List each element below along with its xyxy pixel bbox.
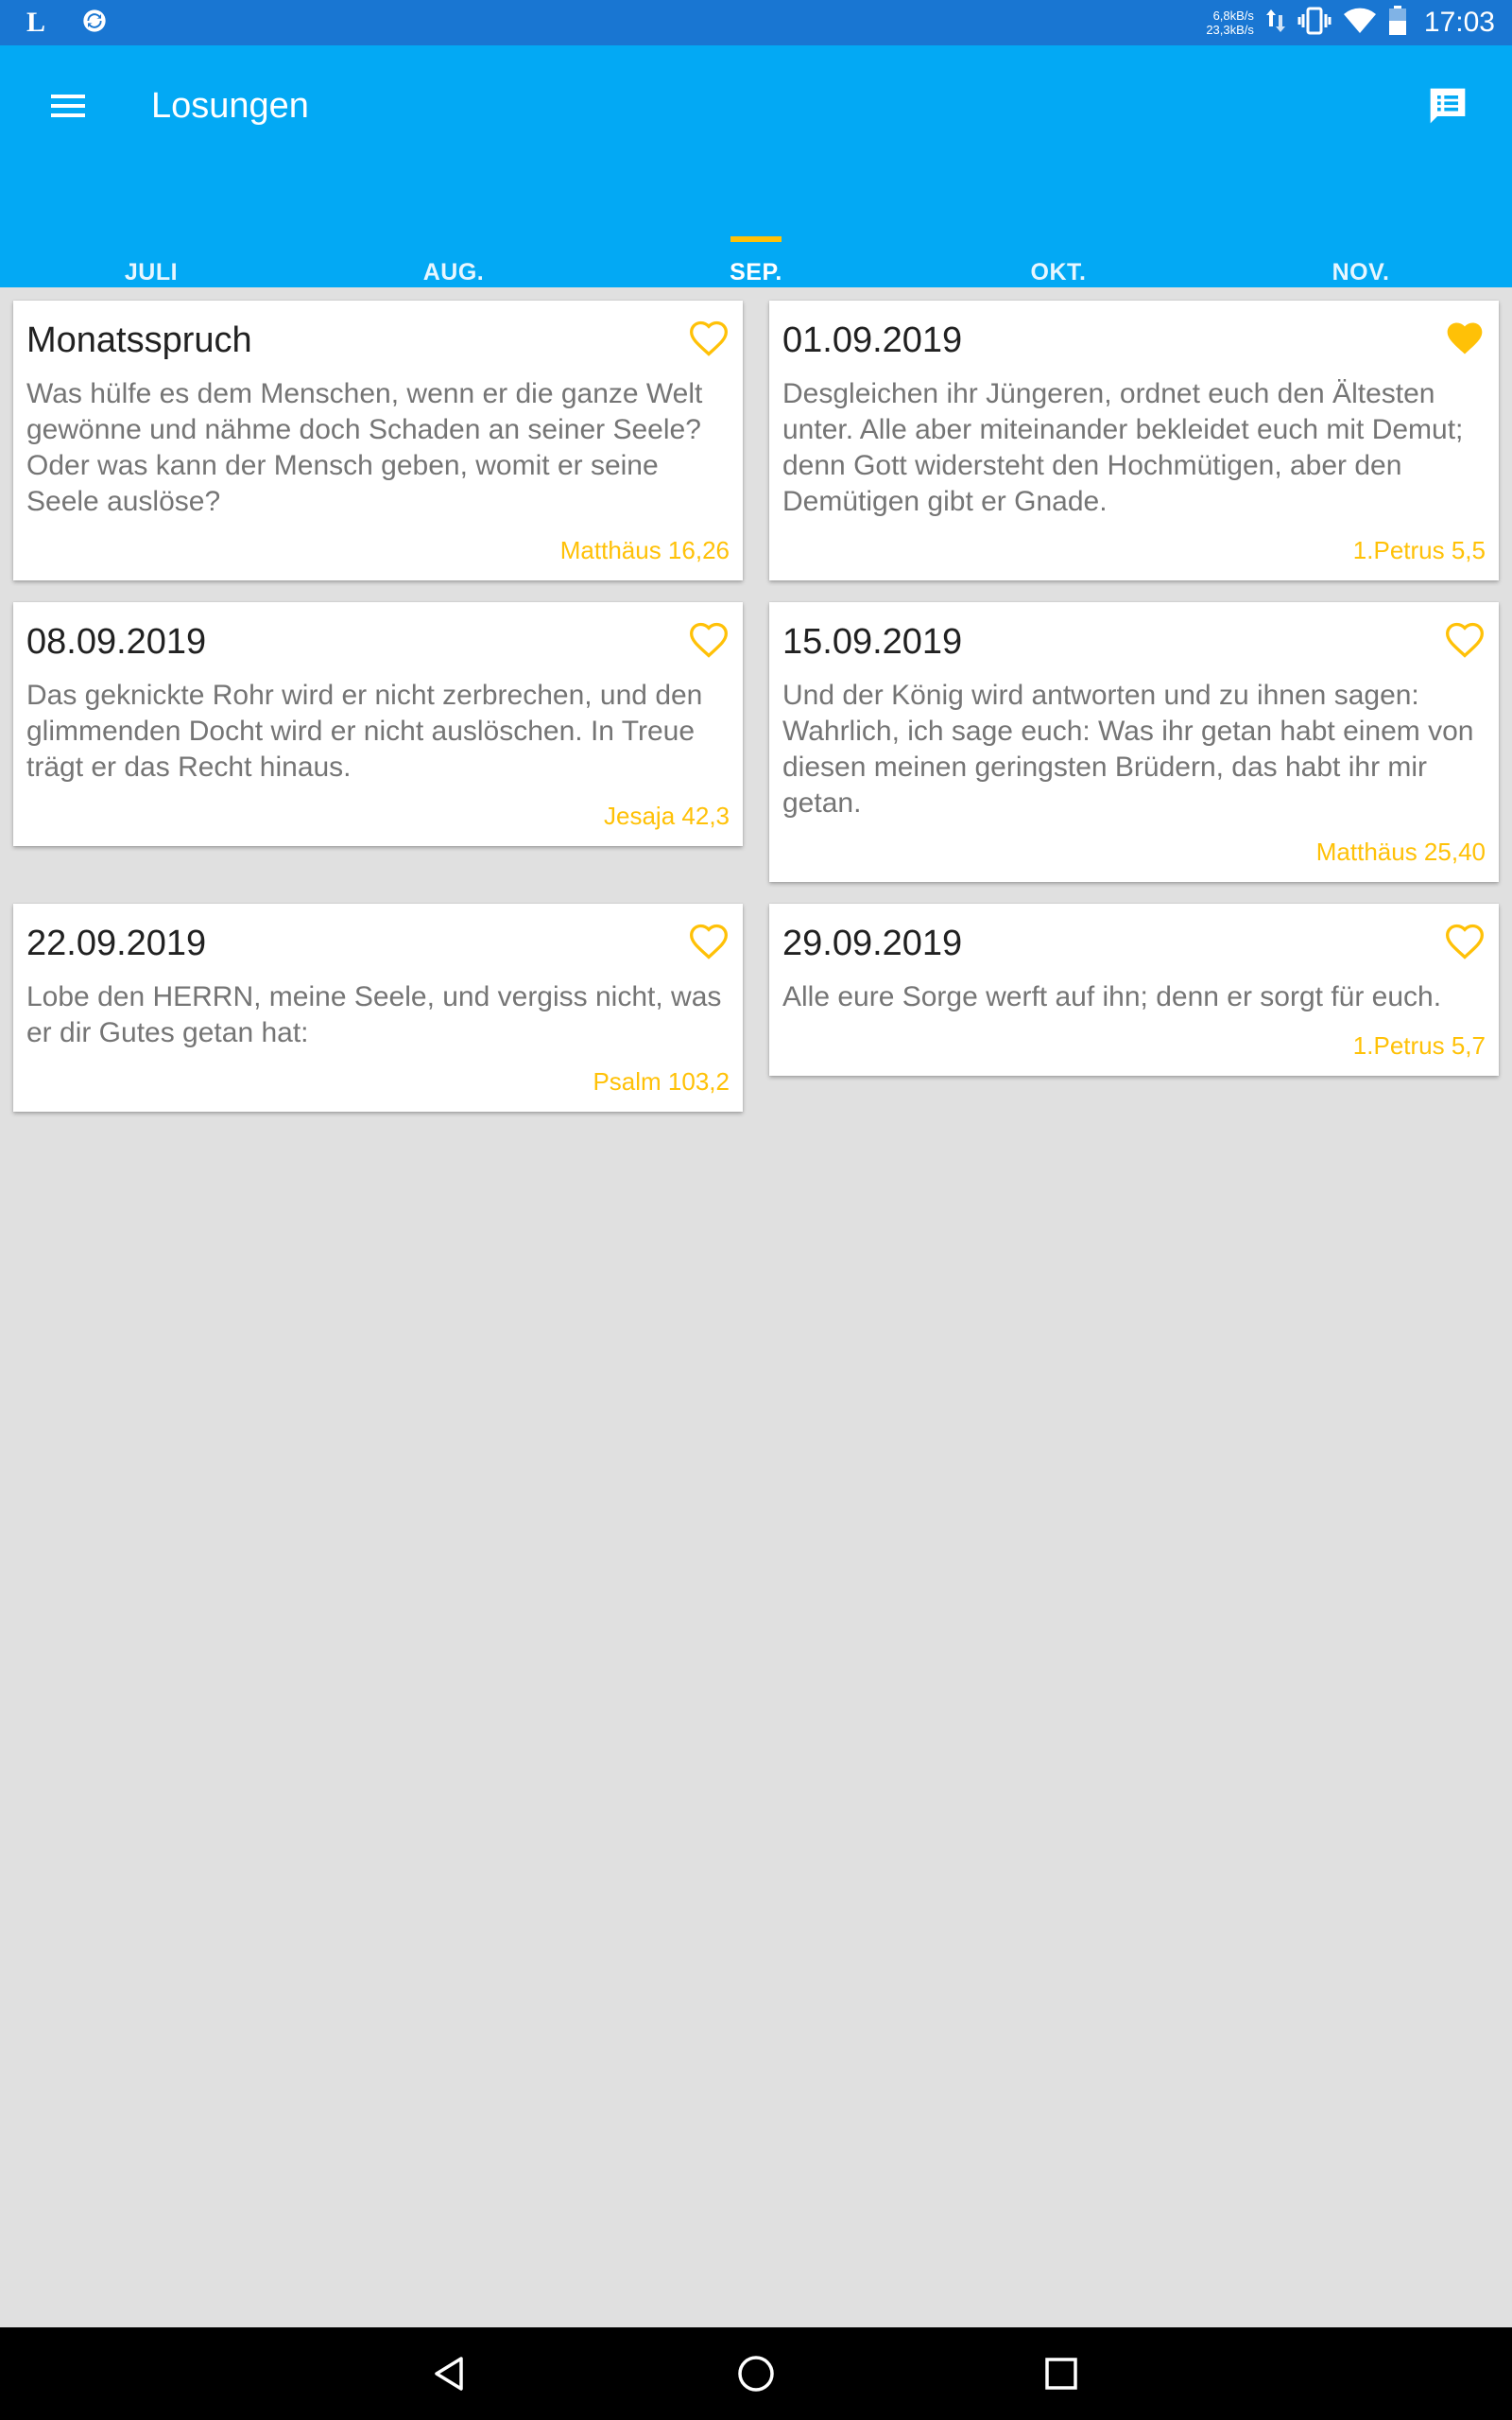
battery-icon	[1388, 5, 1407, 41]
chat-list-button[interactable]	[1421, 79, 1474, 132]
status-bar: L 6,8kB/s 23,3kB/s 17:03	[0, 0, 1512, 45]
card-reference[interactable]: 1.Petrus 5,7	[1353, 1031, 1486, 1061]
card-title: 08.09.2019	[26, 622, 207, 662]
tab-juli[interactable]: JULI	[0, 197, 302, 287]
card-reference[interactable]: Psalm 103,2	[593, 1067, 730, 1097]
menu-button[interactable]	[43, 81, 93, 130]
tab-label: JULI	[124, 259, 179, 285]
net-up-text: 6,8kB/s	[1212, 9, 1254, 23]
tab-label: NOV.	[1332, 259, 1390, 285]
card-title: Monatsspruch	[26, 320, 252, 360]
card-reference[interactable]: Matthäus 25,40	[1316, 838, 1486, 867]
card-text: Alle eure Sorge werft auf ihn; denn er s…	[782, 981, 1442, 1012]
card-2019-09-22[interactable]: 22.09.2019 Lobe den HERRN, meine Seele, …	[13, 904, 743, 1112]
card-title: 15.09.2019	[782, 622, 963, 662]
active-tab-indicator	[730, 236, 782, 242]
card-2019-09-29[interactable]: 29.09.2019 Alle eure Sorge werft auf ihn…	[769, 904, 1499, 1076]
card-text: Das geknickte Rohr wird er nicht zerbrec…	[26, 680, 703, 783]
card-monatsspruch[interactable]: Monatsspruch Was hülfe es dem Menschen, …	[13, 301, 743, 580]
tab-okt[interactable]: OKT.	[907, 197, 1210, 287]
card-title: 01.09.2019	[782, 320, 963, 360]
clock: 17:03	[1423, 7, 1495, 38]
card-text: Lobe den HERRN, meine Seele, und vergiss…	[26, 981, 722, 1048]
chat-list-icon	[1430, 88, 1466, 124]
tab-sep[interactable]: SEP.	[605, 197, 907, 287]
home-button[interactable]	[730, 2347, 782, 2400]
tab-aug[interactable]: AUG.	[302, 197, 605, 287]
app-title: Losungen	[151, 86, 309, 126]
card-text: Und der König wird antworten und zu ihne…	[782, 680, 1474, 819]
net-down-text: 23,3kB/s	[1206, 23, 1254, 37]
tab-label: AUG.	[422, 259, 485, 285]
card-title: 22.09.2019	[26, 924, 207, 963]
favorite-heart-filled-icon[interactable]	[1444, 318, 1486, 359]
recents-icon	[1045, 2358, 1077, 2390]
app-bar: Losungen JULI AUG. SEP. OKT. NOV.	[0, 45, 1512, 287]
network-speed: 6,8kB/s 23,3kB/s	[1206, 9, 1254, 37]
card-reference[interactable]: Matthäus 16,26	[560, 536, 730, 565]
card-title: 29.09.2019	[782, 924, 963, 963]
tab-label: SEP.	[730, 259, 782, 285]
wifi-icon	[1343, 7, 1377, 40]
hamburger-menu-icon	[51, 95, 85, 117]
card-2019-09-01[interactable]: 01.09.2019 Desgleichen ihr Jüngeren, ord…	[769, 301, 1499, 580]
favorite-heart-outline-icon[interactable]	[688, 921, 730, 962]
card-text: Desgleichen ihr Jüngeren, ordnet euch de…	[782, 378, 1464, 517]
data-arrows-icon	[1265, 8, 1286, 39]
sync-icon	[81, 8, 108, 39]
home-icon	[738, 2356, 774, 2392]
favorite-heart-outline-icon[interactable]	[1444, 619, 1486, 661]
card-2019-09-08[interactable]: 08.09.2019 Das geknickte Rohr wird er ni…	[13, 602, 743, 846]
tab-nov[interactable]: NOV.	[1210, 197, 1512, 287]
card-text: Was hülfe es dem Menschen, wenn er die g…	[26, 378, 703, 517]
launcher-l-icon: L	[26, 7, 46, 38]
vibrate-icon	[1297, 7, 1332, 40]
favorite-heart-outline-icon[interactable]	[688, 619, 730, 661]
card-reference[interactable]: Jesaja 42,3	[604, 802, 730, 831]
card-reference[interactable]: 1.Petrus 5,5	[1353, 536, 1486, 565]
system-nav-bar	[0, 2327, 1512, 2420]
back-icon	[435, 2357, 463, 2391]
tab-label: OKT.	[1030, 259, 1087, 285]
month-tabs: JULI AUG. SEP. OKT. NOV.	[0, 197, 1512, 287]
favorite-heart-outline-icon[interactable]	[1444, 921, 1486, 962]
favorite-heart-outline-icon[interactable]	[688, 318, 730, 359]
back-button[interactable]	[423, 2347, 476, 2400]
recents-button[interactable]	[1035, 2347, 1088, 2400]
card-2019-09-15[interactable]: 15.09.2019 Und der König wird antworten …	[769, 602, 1499, 882]
